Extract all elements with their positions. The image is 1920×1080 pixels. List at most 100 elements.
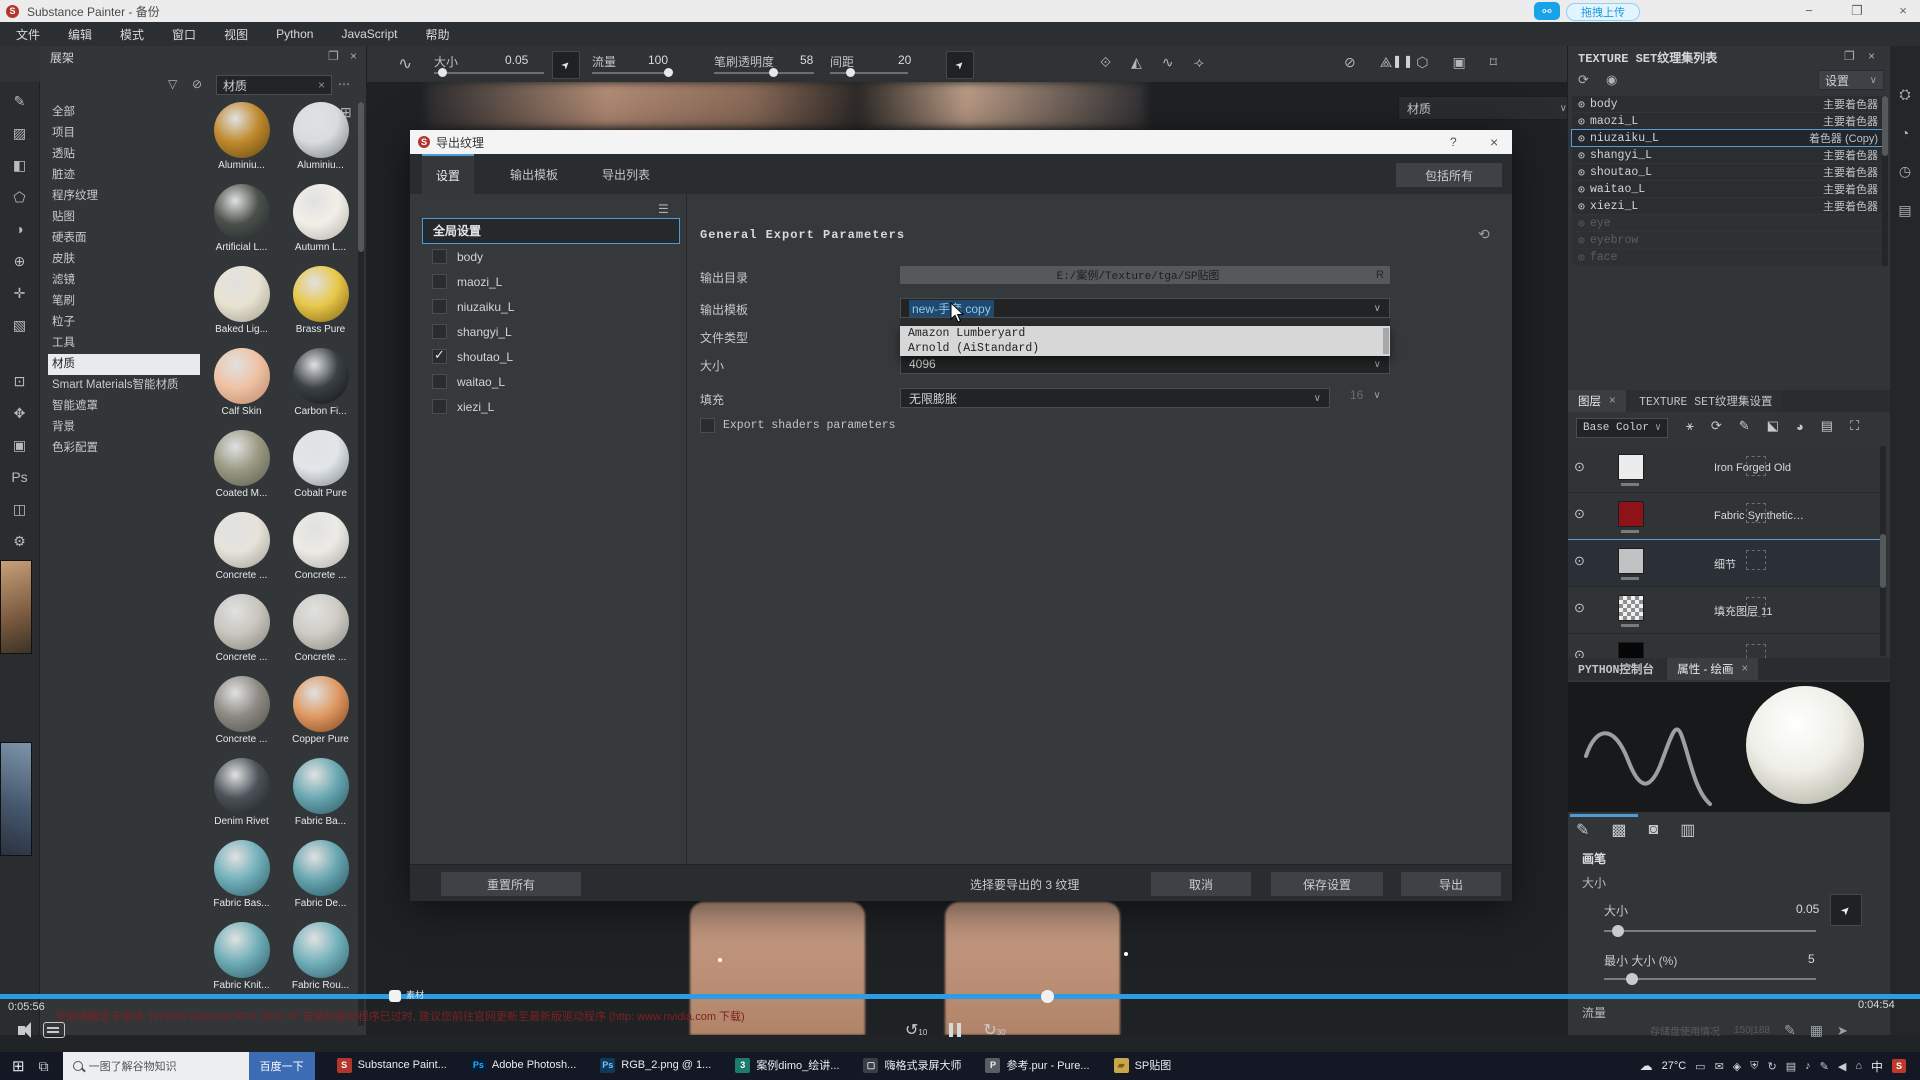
size-combo[interactable]: 4096 ∨ (900, 354, 1390, 374)
shelf-category[interactable]: 贴图 (48, 207, 200, 228)
shelf-category[interactable]: 程序纹理 (48, 186, 200, 207)
menu-item[interactable]: 文件 (16, 26, 40, 43)
material-item[interactable]: Fabric De... (281, 838, 360, 920)
set-checkbox[interactable] (432, 324, 447, 339)
instance-icon[interactable]: ◉ (1606, 72, 1617, 88)
paint-tool-icon[interactable]: ◑ (7, 218, 33, 240)
volume-icon[interactable] (18, 1026, 25, 1035)
export-set-row[interactable]: shoutao_L • (422, 344, 680, 369)
opacity-slider[interactable] (714, 72, 814, 74)
texture-set-row[interactable]: ⊙ waitao_L 主要着色器 (1572, 181, 1884, 197)
shelf-category[interactable]: 硬表面 (48, 228, 200, 249)
close-icon[interactable]: × (1742, 663, 1749, 675)
eye-icon[interactable]: ⊙ (1578, 97, 1585, 112)
set-checkbox[interactable] (432, 349, 447, 364)
clear-search-icon[interactable]: × (318, 78, 325, 92)
shaders-checkbox[interactable] (700, 418, 715, 433)
eye-icon[interactable]: ⊙ (1578, 182, 1585, 197)
tab-properties-paint[interactable]: 属性 - 绘画 × (1667, 658, 1758, 680)
utility-tool-icon[interactable]: ⚙ (7, 530, 33, 552)
eye-icon[interactable]: ⊙ (1574, 553, 1585, 569)
material-item[interactable]: Coated M... (202, 428, 281, 510)
tab-python-console[interactable]: PYTHON控制台 (1568, 658, 1664, 680)
set-checkbox[interactable] (432, 249, 447, 264)
taskbar-app-button[interactable]: ▢ 嗨格式录屏大师 (853, 1052, 971, 1080)
paint-option-icon[interactable]: ∿ (1162, 54, 1174, 71)
template-combo[interactable]: new-手套 copy ∨ (900, 298, 1390, 318)
eye-icon[interactable]: ⊙ (1578, 148, 1585, 163)
sync-icon[interactable]: ⟳ (1578, 72, 1589, 88)
tray-icon[interactable]: ▤ (1786, 1060, 1796, 1073)
set-checkbox[interactable] (432, 374, 447, 389)
close-button[interactable]: × (1888, 3, 1918, 18)
material-item[interactable]: Artificial L... (202, 182, 281, 264)
utility-tool-icon[interactable]: Ps (7, 466, 33, 488)
dock-panel-icon[interactable]: ◷ (1899, 163, 1911, 180)
paint-tool-icon[interactable]: ▧ (7, 314, 33, 336)
tray-icon[interactable]: ◀ (1838, 1060, 1846, 1073)
eye-icon[interactable]: ⊙ (1578, 216, 1585, 231)
material-item[interactable]: Calf Skin (202, 346, 281, 428)
material-item[interactable]: Concrete ... (202, 510, 281, 592)
shelf-category[interactable]: 项目 (48, 123, 200, 144)
utility-tool-icon[interactable]: ✥ (7, 402, 33, 424)
layer-tool-icon[interactable]: ⚹ (1686, 418, 1694, 434)
material-item[interactable]: Aluminiu... (202, 100, 281, 182)
tray-icon[interactable]: ♪ (1805, 1060, 1811, 1072)
filter-icon[interactable]: ▽ (168, 77, 177, 91)
tab-output-templates[interactable]: 输出模板 (496, 154, 572, 194)
material-item[interactable]: Concrete ... (281, 592, 360, 674)
float-panel-icon[interactable]: ❐ (1844, 49, 1855, 63)
shelf-category[interactable]: Smart Materials智能材质 (48, 375, 200, 396)
utility-tool-icon[interactable]: ▣ (7, 434, 33, 456)
material-item[interactable]: Aluminiu... (281, 100, 360, 182)
material-item[interactable]: Concrete ... (202, 674, 281, 756)
paint-tool-icon[interactable]: ⊕ (7, 250, 33, 272)
layer-tool-icon[interactable]: ⬕ (1767, 418, 1779, 434)
dropdown-scrollbar[interactable] (1383, 328, 1389, 354)
tab-texture-set-settings[interactable]: TEXTURE SET纹理集设置 (1629, 390, 1782, 412)
paint-option-icon[interactable]: ⟢ (1194, 54, 1204, 71)
paint-tool-icon[interactable]: ▨ (7, 122, 33, 144)
tray-icon[interactable]: ⛨ (1750, 1060, 1758, 1073)
subtitle-icon[interactable] (43, 1022, 65, 1038)
eye-icon[interactable]: ⊙ (1578, 131, 1585, 146)
eye-icon[interactable]: ⊙ (1574, 506, 1585, 522)
ts-scrollbar[interactable] (1882, 96, 1888, 266)
layer-tool-icon[interactable]: ▤ (1821, 418, 1833, 434)
menu-item[interactable]: 视图 (224, 26, 248, 43)
view-mode-icon[interactable]: ⟁ (1380, 54, 1393, 71)
netdisk-icon[interactable]: ⚯ (1534, 2, 1560, 20)
shelf-category[interactable]: 色彩配置 (48, 438, 200, 459)
layer-row[interactable]: ⊙ ▤ 细节 标准 ∨ 100 ∨ (1568, 540, 1886, 587)
layer-tool-icon[interactable]: ◕ (1796, 419, 1804, 434)
texture-set-row[interactable]: ⊙ niuzaiku_L 着色器 (Copy) (1572, 130, 1884, 146)
export-set-row[interactable]: niuzaiku_L • (422, 294, 680, 319)
set-checkbox[interactable] (432, 399, 447, 414)
eye-icon[interactable]: ⊙ (1574, 647, 1585, 658)
props-subtab-icon[interactable]: ◙ (1649, 821, 1659, 839)
pause-engine-icon[interactable]: ❚❚ (1392, 54, 1414, 68)
material-item[interactable]: Brass Pure (281, 264, 360, 346)
eye-icon[interactable]: ⊙ (1578, 199, 1585, 214)
material-item[interactable]: Carbon Fi... (281, 346, 360, 428)
close-icon[interactable]: × (1609, 395, 1616, 407)
taskbar-app-button[interactable]: S Substance Paint... (327, 1052, 457, 1080)
tray-icon[interactable]: ▭ (1695, 1060, 1705, 1073)
texture-set-row[interactable]: ⊙ eye (1572, 215, 1884, 231)
shelf-scrollbar[interactable] (358, 102, 364, 1026)
layer-tool-icon[interactable]: ✎ (1739, 418, 1750, 434)
pen-tool-icon[interactable]: ✎ (1784, 1022, 1796, 1039)
eye-icon[interactable]: ⊙ (1578, 114, 1585, 129)
dialog-title-bar[interactable]: S 导出纹理 ? × (410, 130, 1512, 154)
skip-back-icon[interactable]: ↺10 (905, 1020, 927, 1040)
channel-dropdown[interactable]: Base Color ∨ (1576, 418, 1668, 438)
eye-icon[interactable]: ⊙ (1578, 233, 1585, 248)
export-button[interactable]: 导出 (1400, 871, 1502, 897)
paint-option-icon[interactable]: ◭ (1131, 54, 1142, 71)
shelf-category[interactable]: 智能遮罩 (48, 396, 200, 417)
maximize-button[interactable]: ❐ (1842, 3, 1872, 19)
pen-pressure-button[interactable]: ➤ (1830, 894, 1862, 926)
material-item[interactable]: Baked Lig... (202, 264, 281, 346)
set-checkbox[interactable] (432, 299, 447, 314)
